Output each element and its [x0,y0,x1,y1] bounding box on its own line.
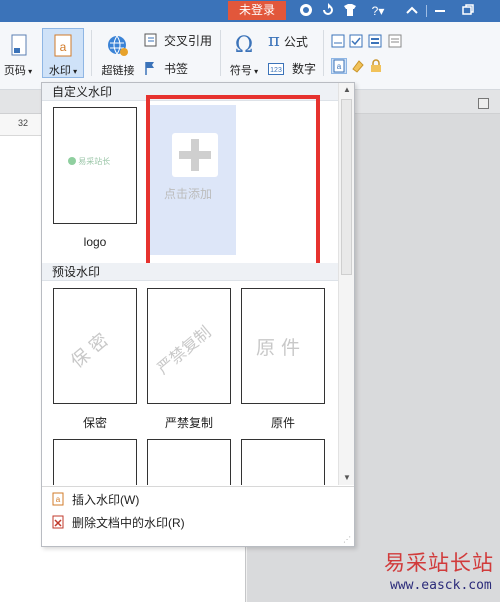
divider [426,5,427,17]
insert-watermark-item[interactable]: a 插入水印(W) [52,490,139,510]
scroll-thumb[interactable] [341,99,352,275]
collapse-icon[interactable] [404,3,420,19]
delete-watermark-item[interactable]: 删除文档中的水印(R) [52,513,185,533]
refresh-icon[interactable] [320,3,336,19]
watermark-dropdown: 自定义水印 易采站长 logo 点击添加 预设水印 保 密 保密 严禁复制 严禁… [41,82,355,547]
symbol-label: 符号 [229,65,252,77]
eraser-icon[interactable] [351,59,365,76]
formula-button[interactable]: π 公式 [268,30,308,51]
cross-reference-icon [144,33,157,47]
help-icon[interactable]: ?▾ [366,3,390,19]
dropdown-field-icon[interactable] [368,34,382,51]
svg-text:123: 123 [270,67,282,74]
preset-watermark-label: 严禁复制 [164,416,213,430]
highlight-box [146,95,320,271]
panel-toggle-icon[interactable] [478,98,489,109]
page-code-button[interactable]: 页码 ▾ [0,34,36,78]
scrollbar[interactable]: ▲ ▼ [338,83,354,485]
svg-text:a: a [60,40,67,54]
ruler-number: 32 [18,118,29,128]
bookmark-label: 书签 [164,62,189,76]
insert-watermark-icon: a [52,492,64,506]
watermark-preview-text: 严禁复制 [153,322,215,379]
preset-watermark-label: 保密 [82,416,107,430]
scroll-up-icon[interactable]: ▲ [339,83,355,97]
text-field-icon[interactable] [331,34,345,51]
login-button[interactable]: 未登录 [228,1,286,20]
title-bar: 未登录 ?▾ [0,0,500,22]
number-label: 数字 [292,62,317,76]
page-code-label: 页码 [3,65,26,77]
divider [91,30,92,76]
preset-watermark-no-copy[interactable]: 严禁复制 [147,288,231,404]
shirt-icon[interactable] [342,3,358,19]
restore-icon[interactable] [460,3,476,19]
preset-watermark-header: 预设水印 [42,263,338,281]
cross-reference-button[interactable]: 交叉引用 [144,32,212,49]
divider [42,486,354,487]
site-watermark-name: 易采站长站 [384,551,494,575]
preset-watermark[interactable] [53,439,137,485]
site-watermark: 易采站长站 www.easck.com [380,545,500,602]
checkbox-field-icon[interactable] [349,34,363,51]
watermark-button-content[interactable]: a 水印 ▾ [42,34,84,78]
text-box-icon[interactable]: a [331,58,347,74]
bookmark-button[interactable]: 书签 [144,60,188,77]
number-button[interactable]: 123 数字 [268,60,316,77]
resize-grip-icon[interactable]: ⋰ [343,535,351,544]
watermark-preview-text: 原 件 [256,337,301,359]
number-123-icon: 123 [268,63,284,77]
divider [220,30,221,76]
watermark-icon: a [51,34,75,58]
preset-watermark-original[interactable]: 原 件 [241,288,325,404]
svg-text:a: a [56,495,61,504]
divider [323,30,324,76]
shield-icon[interactable] [298,3,314,19]
logo-preview: 易采站长 [68,156,110,167]
scroll-down-icon[interactable]: ▼ [339,471,355,485]
delete-watermark-icon [52,515,64,529]
preset-watermark-label: 原件 [270,416,295,430]
site-watermark-url: www.easck.com [390,578,492,593]
form-icon[interactable] [388,34,402,51]
bookmark-flag-icon [144,61,156,75]
page-number-icon [6,34,30,58]
symbol-button[interactable]: Ω 符号 ▾ [224,34,264,78]
watermark-preview-text: 保 密 [67,329,113,373]
delete-watermark-label: 删除文档中的水印(R) [72,516,185,530]
minimize-icon[interactable] [432,3,448,19]
pi-icon: π [268,30,280,51]
preset-watermark[interactable] [241,439,325,485]
formula-label: 公式 [283,35,308,49]
custom-watermark-logo[interactable]: 易采站长 [53,107,137,224]
preset-watermark-confidential[interactable]: 保 密 [53,288,137,404]
custom-watermark-logo-label: logo [83,235,107,249]
watermark-label: 水印 [48,65,71,77]
globe-link-icon [106,34,130,58]
insert-watermark-label: 插入水印(W) [72,493,140,507]
omega-icon: Ω [234,33,254,58]
hyperlink-label: 超链接 [101,65,135,77]
lock-icon[interactable] [370,59,382,76]
preset-watermark[interactable] [147,439,231,485]
cross-reference-label: 交叉引用 [164,34,213,48]
svg-text:a: a [337,62,342,71]
hyperlink-button[interactable]: 超链接 [96,34,140,78]
